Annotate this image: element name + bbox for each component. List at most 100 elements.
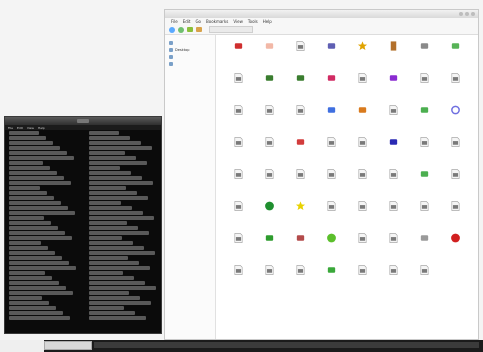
- file-item[interactable]: [317, 104, 345, 136]
- file-item[interactable]: [410, 136, 438, 168]
- file-item[interactable]: [224, 104, 252, 136]
- file-item[interactable]: [472, 136, 478, 168]
- terminal-menu-help[interactable]: Help: [38, 126, 45, 130]
- file-icon-view[interactable]: [216, 35, 478, 339]
- sidebar-item-trash[interactable]: [165, 53, 215, 60]
- close-button[interactable]: [471, 12, 475, 16]
- file-item[interactable]: [224, 232, 252, 264]
- forward-icon[interactable]: [178, 26, 184, 33]
- file-item[interactable]: [379, 232, 407, 264]
- file-item[interactable]: [472, 168, 478, 200]
- menu-file[interactable]: File: [171, 19, 178, 24]
- terminal-window[interactable]: File Edit View Help: [4, 116, 162, 334]
- file-item[interactable]: [379, 200, 407, 232]
- back-icon[interactable]: [169, 26, 175, 33]
- file-item[interactable]: [441, 136, 469, 168]
- menu-bookmarks[interactable]: Bookmarks: [206, 19, 228, 24]
- file-item[interactable]: [472, 232, 478, 264]
- file-item[interactable]: [472, 200, 478, 232]
- file-item[interactable]: [348, 264, 376, 296]
- file-item[interactable]: [255, 40, 283, 72]
- file-item[interactable]: [441, 72, 469, 104]
- home-icon[interactable]: [196, 27, 202, 32]
- file-item[interactable]: [348, 136, 376, 168]
- file-item[interactable]: [286, 232, 314, 264]
- menu-help[interactable]: Help: [263, 19, 272, 24]
- file-item[interactable]: [379, 136, 407, 168]
- file-item[interactable]: [379, 72, 407, 104]
- file-item[interactable]: [410, 264, 438, 296]
- file-item[interactable]: [255, 200, 283, 232]
- file-item[interactable]: [441, 168, 469, 200]
- up-icon[interactable]: [187, 27, 193, 32]
- file-item[interactable]: [286, 264, 314, 296]
- file-item[interactable]: [472, 104, 478, 136]
- file-item[interactable]: [379, 40, 407, 72]
- sidebar-item-applications[interactable]: [165, 60, 215, 67]
- file-item[interactable]: [317, 168, 345, 200]
- file-item[interactable]: [410, 72, 438, 104]
- file-item[interactable]: [255, 264, 283, 296]
- file-item[interactable]: [255, 232, 283, 264]
- maximize-button[interactable]: [465, 12, 469, 16]
- file-item[interactable]: [441, 104, 469, 136]
- file-item[interactable]: [286, 200, 314, 232]
- menu-view[interactable]: View: [233, 19, 243, 24]
- file-item[interactable]: [255, 72, 283, 104]
- terminal-menu-edit[interactable]: Edit: [17, 126, 23, 130]
- file-item[interactable]: [441, 200, 469, 232]
- file-item[interactable]: [348, 104, 376, 136]
- file-item[interactable]: [348, 200, 376, 232]
- sidebar-item-home[interactable]: [165, 39, 215, 46]
- file-item[interactable]: [410, 104, 438, 136]
- menu-edit[interactable]: Edit: [183, 19, 191, 24]
- file-item[interactable]: [224, 40, 252, 72]
- file-item[interactable]: [255, 168, 283, 200]
- file-item[interactable]: [286, 136, 314, 168]
- file-item[interactable]: [317, 232, 345, 264]
- file-item[interactable]: [348, 40, 376, 72]
- file-item[interactable]: [317, 264, 345, 296]
- sidebar-item-desktop[interactable]: Desktop: [165, 46, 215, 53]
- file-item[interactable]: [472, 72, 478, 104]
- terminal-menu-view[interactable]: View: [27, 126, 34, 130]
- file-item[interactable]: [317, 40, 345, 72]
- file-item[interactable]: [441, 40, 469, 72]
- file-item[interactable]: [348, 72, 376, 104]
- file-manager-window[interactable]: File Edit Go Bookmarks View Tools Help D…: [164, 9, 479, 340]
- file-item[interactable]: [317, 72, 345, 104]
- menu-tools[interactable]: Tools: [248, 19, 258, 24]
- file-item[interactable]: [255, 136, 283, 168]
- terminal-output[interactable]: [7, 131, 159, 330]
- file-item[interactable]: [286, 104, 314, 136]
- file-item[interactable]: [286, 72, 314, 104]
- terminal-titlebar[interactable]: [5, 117, 161, 125]
- file-item[interactable]: [224, 264, 252, 296]
- file-item[interactable]: [317, 136, 345, 168]
- file-item[interactable]: [224, 200, 252, 232]
- file-item[interactable]: [410, 168, 438, 200]
- file-item[interactable]: [317, 200, 345, 232]
- taskbar-start-area[interactable]: [0, 340, 44, 352]
- file-item[interactable]: [286, 40, 314, 72]
- taskbar-item[interactable]: [44, 341, 92, 350]
- file-item[interactable]: [224, 168, 252, 200]
- file-item[interactable]: [410, 40, 438, 72]
- file-item[interactable]: [224, 136, 252, 168]
- file-manager-titlebar[interactable]: [165, 10, 478, 18]
- path-bar[interactable]: [209, 26, 253, 33]
- menu-go[interactable]: Go: [195, 19, 201, 24]
- minimize-button[interactable]: [459, 12, 463, 16]
- file-item[interactable]: [410, 232, 438, 264]
- file-item[interactable]: [224, 72, 252, 104]
- file-item[interactable]: [348, 168, 376, 200]
- file-item[interactable]: [286, 168, 314, 200]
- file-item[interactable]: [410, 200, 438, 232]
- terminal-menu-file[interactable]: File: [8, 126, 13, 130]
- file-item[interactable]: [255, 104, 283, 136]
- file-item[interactable]: [441, 232, 469, 264]
- file-item[interactable]: [379, 264, 407, 296]
- file-item[interactable]: [472, 40, 478, 72]
- file-item[interactable]: [379, 168, 407, 200]
- file-item[interactable]: [379, 104, 407, 136]
